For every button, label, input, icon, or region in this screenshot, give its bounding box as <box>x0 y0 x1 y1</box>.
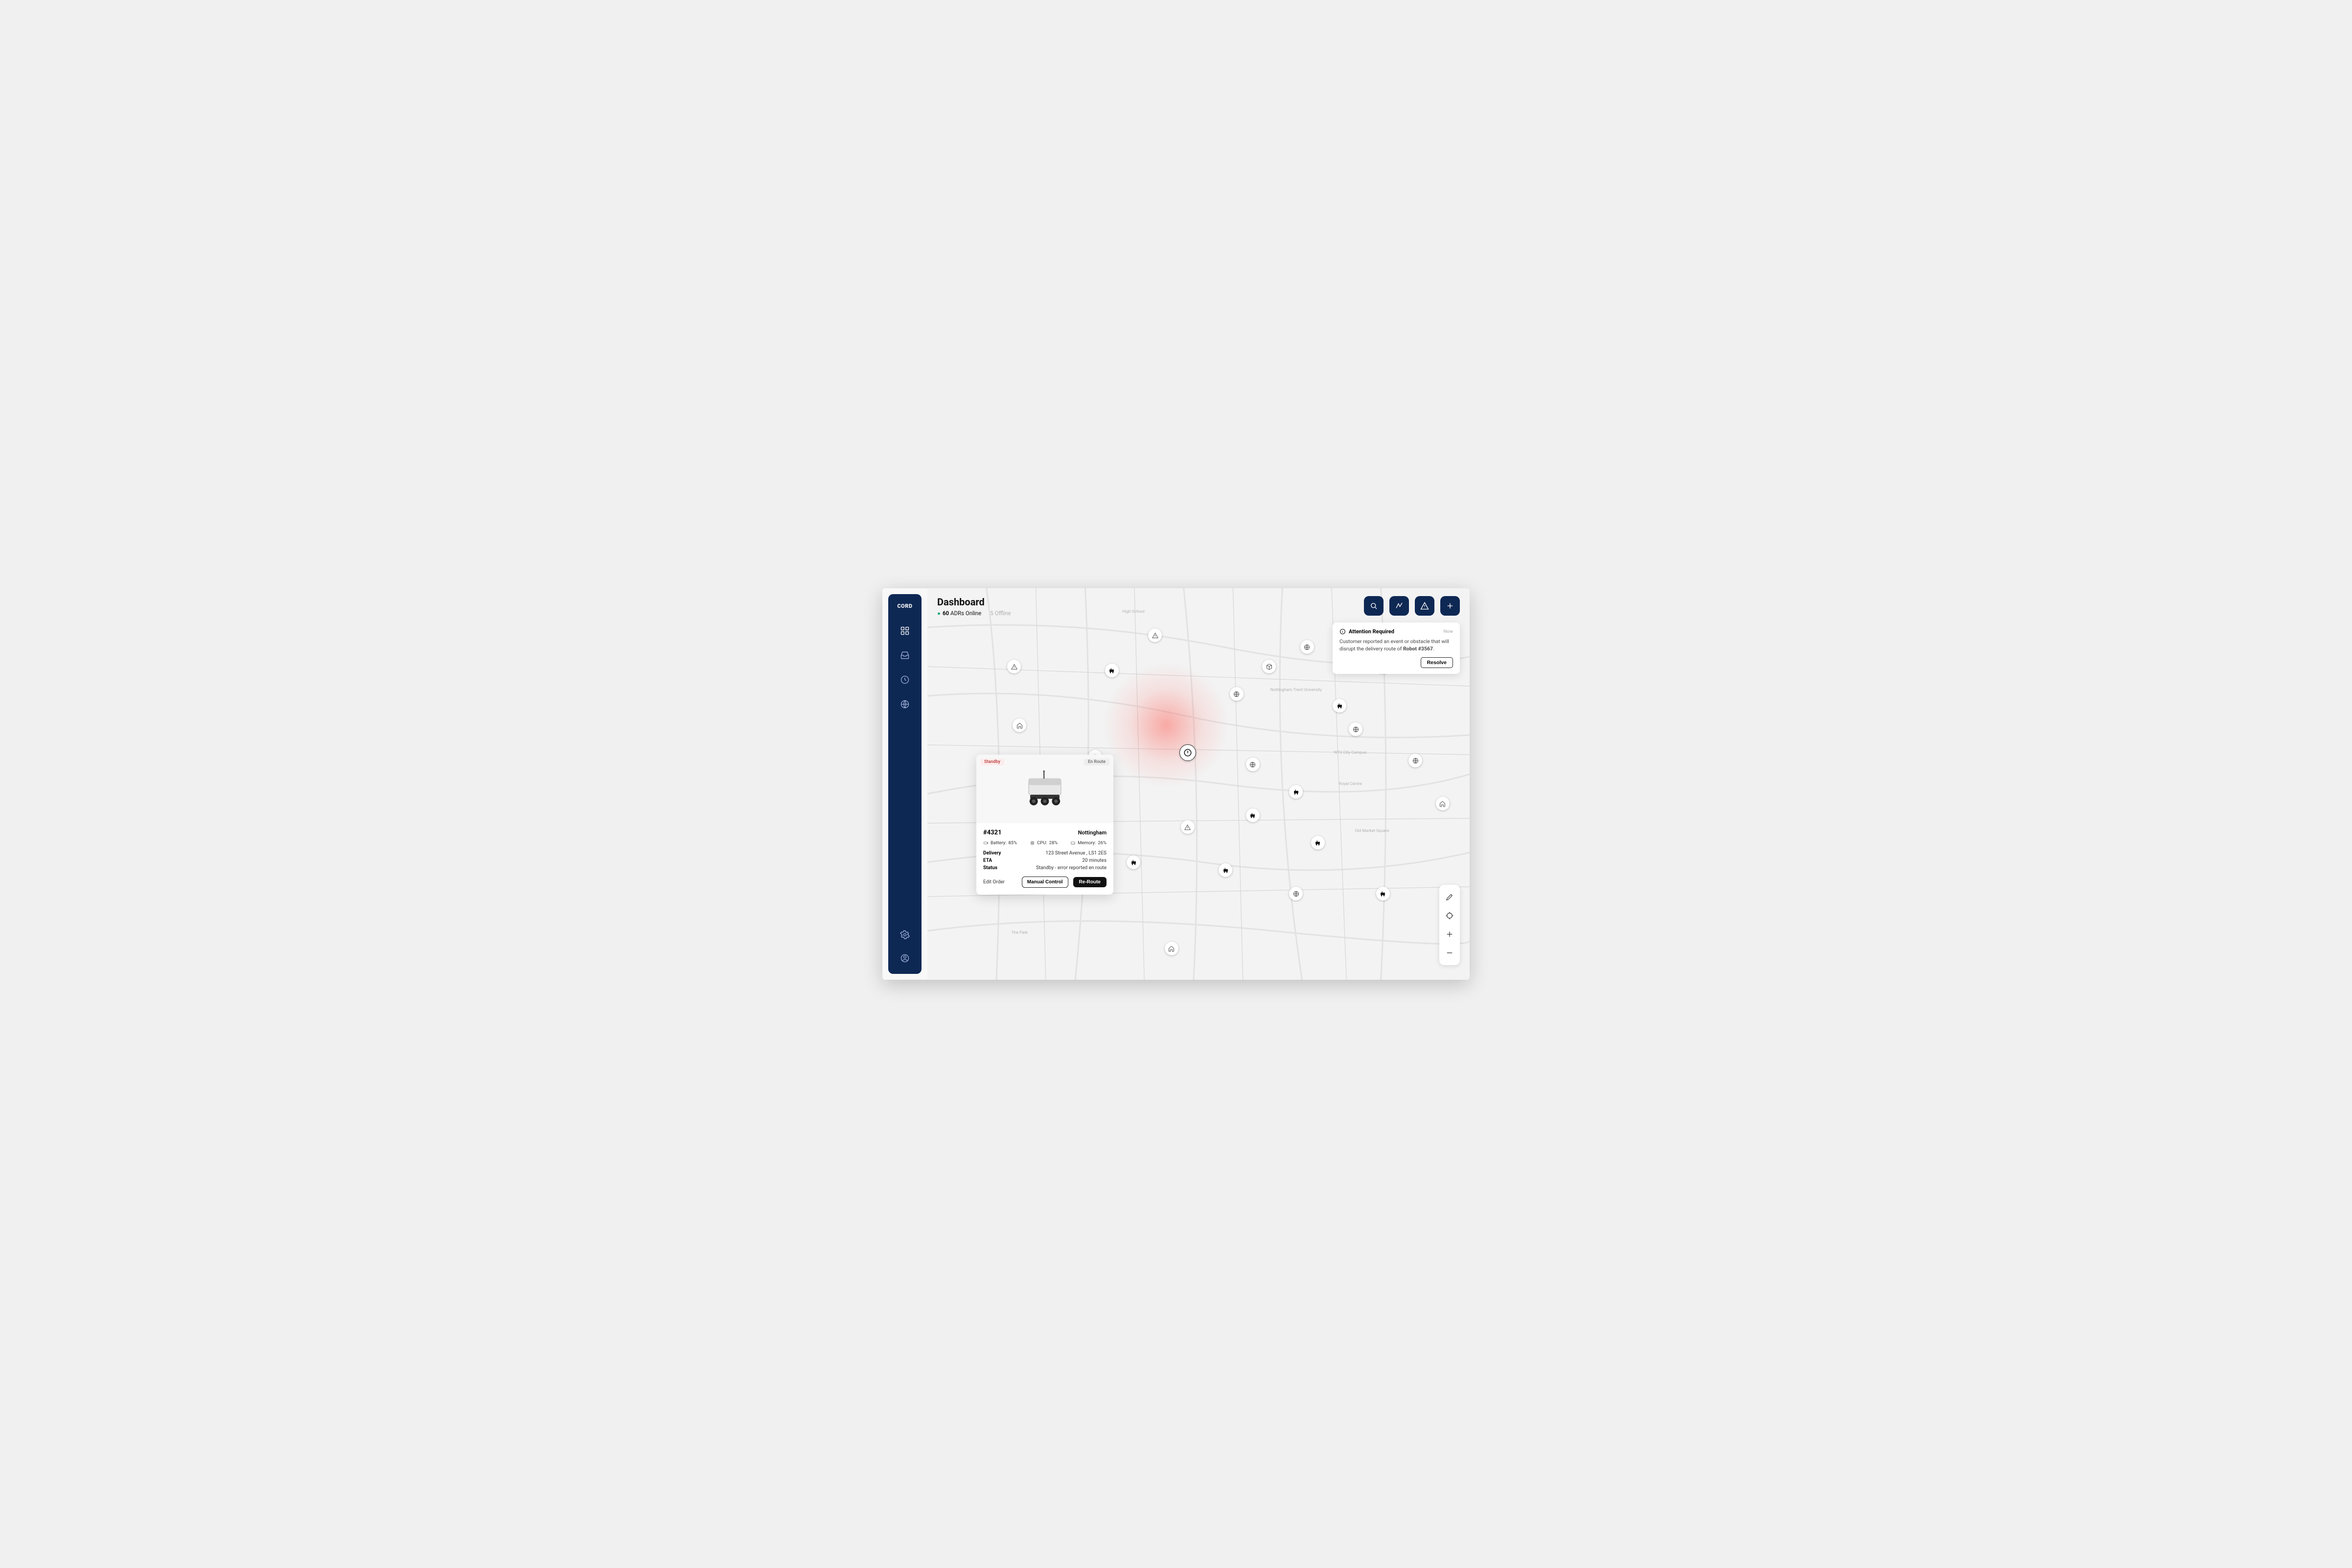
nav-inbox[interactable] <box>898 648 912 662</box>
metric-cpu: CPU: 28% <box>1030 840 1058 846</box>
zoom-in-button[interactable] <box>1443 928 1456 941</box>
sidebar: CORD <box>888 594 922 974</box>
route-button[interactable] <box>1389 596 1409 616</box>
robot-hero: Standby En Route <box>976 755 1113 823</box>
nav-dashboard[interactable] <box>898 624 912 638</box>
map-robot-marker[interactable] <box>1246 808 1260 822</box>
nav-account[interactable] <box>898 951 912 965</box>
inbox-icon <box>900 650 910 660</box>
clock-icon <box>900 675 910 685</box>
map-robot-marker[interactable] <box>1333 699 1346 713</box>
page-header: Dashboard ●60 ADRs Online 5 Offline <box>937 596 1011 617</box>
status-row: ●60 ADRs Online 5 Offline <box>937 610 1011 617</box>
map-robot-marker[interactable] <box>1376 887 1390 900</box>
manual-control-button[interactable]: Manual Control <box>1022 876 1068 888</box>
status-value: Standby - error reported en route <box>1015 865 1107 871</box>
robot-location: Nottingham <box>1078 830 1107 836</box>
online-dot-icon: ● <box>937 610 941 617</box>
notification-title: Attention Required <box>1349 628 1394 635</box>
map-depot-marker[interactable] <box>1289 887 1303 900</box>
notification-header: Attention Required Now <box>1339 628 1453 635</box>
eta-value: 20 minutes <box>1015 858 1107 863</box>
plus-icon <box>1445 930 1454 939</box>
map-robot-marker[interactable] <box>1289 785 1303 799</box>
notification-card: Attention Required Now Customer reported… <box>1333 623 1460 674</box>
globe-icon <box>900 699 910 709</box>
stat-offline: 5 Offline <box>990 610 1011 617</box>
search-icon <box>1369 601 1378 610</box>
map-depot-marker[interactable] <box>1230 687 1244 701</box>
app-root: CORD Dashboard <box>882 588 1470 980</box>
crosshair-icon <box>1445 911 1454 920</box>
notification-time: Now <box>1444 629 1453 634</box>
battery-icon <box>983 840 989 846</box>
map-depot-marker[interactable] <box>1349 722 1362 736</box>
map-robot-marker[interactable] <box>1219 863 1232 877</box>
resolve-button[interactable]: Resolve <box>1421 657 1453 668</box>
edit-order-link[interactable]: Edit Order <box>983 879 1005 885</box>
zoom-out-button[interactable] <box>1443 946 1456 959</box>
nav-history[interactable] <box>898 673 912 687</box>
badge-standby: Standby <box>980 759 1004 765</box>
map-warning-marker[interactable] <box>1148 628 1162 642</box>
plus-icon <box>1446 601 1454 610</box>
notification-body: Customer reported an event or obstacle t… <box>1339 638 1453 652</box>
map-tools <box>1439 885 1460 965</box>
alerts-button[interactable] <box>1415 596 1434 616</box>
gear-icon <box>900 930 910 940</box>
brand-logo: CORD <box>897 603 912 609</box>
map-robot-marker[interactable] <box>1311 836 1325 850</box>
map-home-marker[interactable] <box>1436 797 1450 810</box>
map-warning-marker[interactable] <box>1181 820 1195 834</box>
page-title: Dashboard <box>937 596 1011 608</box>
badge-enroute: En Route <box>1084 759 1109 765</box>
map-home-marker[interactable] <box>1165 942 1178 955</box>
warning-icon <box>1420 601 1429 610</box>
memory-icon <box>1070 840 1076 846</box>
grid-icon <box>900 626 910 636</box>
search-button[interactable] <box>1364 596 1384 616</box>
map-warning-marker[interactable] <box>1007 660 1021 673</box>
route-icon <box>1395 601 1404 610</box>
map-home-marker[interactable] <box>1013 718 1026 732</box>
locate-tool[interactable] <box>1443 909 1456 922</box>
robot-detail-card: Standby En Route #4321 Nottingham <box>976 755 1113 895</box>
main-area: Dashboard ●60 ADRs Online 5 Offline Atte… <box>927 588 1470 980</box>
delivery-value: 123 Street Avenue , LS1 2ES <box>1015 851 1107 856</box>
nav-secondary <box>898 928 912 965</box>
reroute-button[interactable]: Re-Route <box>1073 877 1107 887</box>
metric-memory: Memory: 26% <box>1070 840 1107 846</box>
map-robot-marker[interactable] <box>1105 664 1119 677</box>
map-depot-marker[interactable] <box>1246 758 1260 771</box>
add-button[interactable] <box>1440 596 1460 616</box>
minus-icon <box>1445 948 1454 957</box>
map-depot-marker[interactable] <box>1408 754 1422 767</box>
robot-image <box>1015 768 1074 809</box>
map-package-marker[interactable] <box>1262 660 1276 673</box>
map-robot-marker[interactable] <box>1127 855 1140 869</box>
edit-tool[interactable] <box>1443 891 1456 903</box>
action-bar <box>1364 596 1460 616</box>
robot-metrics: Battery: 85% CPU: 28% Memory: 26% <box>983 840 1107 846</box>
nav-globe[interactable] <box>898 697 912 711</box>
info-icon <box>1339 628 1346 635</box>
nav-settings[interactable] <box>898 928 912 942</box>
cpu-icon <box>1030 840 1035 846</box>
pencil-icon <box>1445 893 1454 901</box>
alert-icon <box>1183 748 1192 757</box>
map-alert-marker[interactable] <box>1179 744 1196 761</box>
metric-battery: Battery: 85% <box>983 840 1017 846</box>
stat-online: ●60 ADRs Online <box>937 610 981 617</box>
user-icon <box>900 953 910 963</box>
robot-id: #4321 <box>983 829 1002 836</box>
nav-primary <box>898 624 912 711</box>
map-depot-marker[interactable] <box>1300 640 1314 654</box>
